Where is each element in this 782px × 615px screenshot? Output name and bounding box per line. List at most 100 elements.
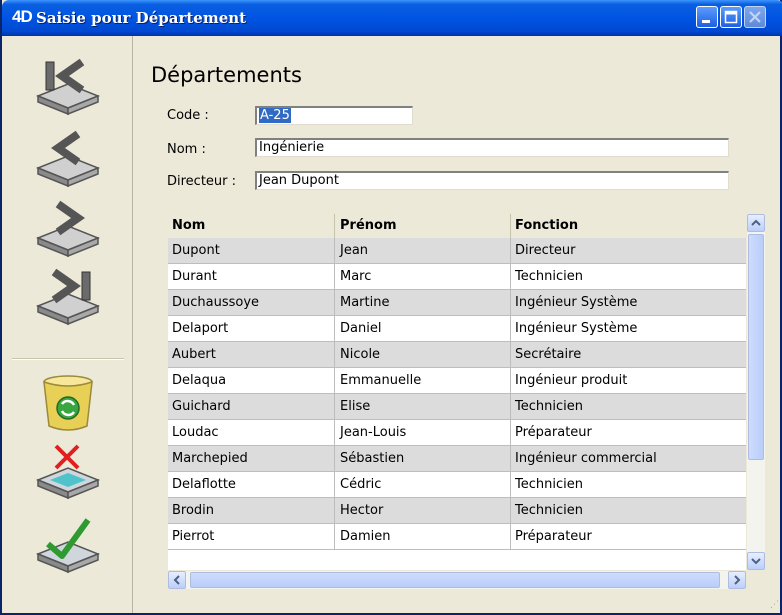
cell-divider: [334, 316, 335, 342]
cell-divider: [334, 472, 335, 498]
cell-fonction: Technicien: [515, 503, 583, 518]
cell-divider: [510, 238, 511, 264]
cell-divider: [510, 290, 511, 316]
page-title: Départements: [151, 63, 302, 87]
table-row[interactable]: Brodin Hector Technicien: [168, 498, 746, 524]
scroll-down-button[interactable]: [747, 552, 765, 570]
cancel-icon: [35, 444, 101, 500]
column-divider[interactable]: [334, 214, 335, 238]
maximize-button[interactable]: [720, 6, 742, 28]
table-header: Nom Prénom Fonction: [168, 214, 746, 238]
cell-divider: [334, 446, 335, 472]
scroll-up-button[interactable]: [747, 214, 765, 232]
cell-fonction: Technicien: [515, 269, 583, 284]
cell-divider: [334, 420, 335, 446]
previous-record-button[interactable]: [32, 126, 104, 190]
code-value: A-25: [259, 108, 291, 123]
delete-record-button[interactable]: [32, 370, 104, 434]
cell-prenom: Cédric: [340, 477, 382, 492]
validate-button[interactable]: [32, 514, 104, 578]
cell-nom: Dupont: [172, 243, 220, 258]
table-row[interactable]: Delaport Daniel Ingénieur Système: [168, 316, 746, 342]
table-row[interactable]: Marchepied Sébastien Ingénieur commercial: [168, 446, 746, 472]
cell-nom: Delaflotte: [172, 477, 236, 492]
cell-fonction: Ingénieur Système: [515, 295, 638, 310]
cell-prenom: Jean-Louis: [340, 425, 407, 440]
cell-prenom: Hector: [340, 503, 384, 518]
cell-prenom: Daniel: [340, 321, 382, 336]
table-row[interactable]: Duchaussoye Martine Ingénieur Système: [168, 290, 746, 316]
cell-divider: [510, 342, 511, 368]
cell-divider: [510, 316, 511, 342]
column-divider[interactable]: [510, 214, 511, 238]
cell-divider: [334, 342, 335, 368]
scroll-left-button[interactable]: [168, 571, 186, 589]
table-row[interactable]: Loudac Jean-Louis Préparateur: [168, 420, 746, 446]
cell-fonction: Directeur: [515, 243, 576, 258]
scroll-right-button[interactable]: [728, 571, 746, 589]
table-row[interactable]: Guichard Elise Technicien: [168, 394, 746, 420]
maximize-icon: [724, 10, 738, 24]
cell-nom: Durant: [172, 269, 217, 284]
column-header-prenom[interactable]: Prénom: [340, 218, 397, 233]
cell-divider: [510, 420, 511, 446]
table-row[interactable]: Dupont Jean Directeur: [168, 238, 746, 264]
close-button[interactable]: [744, 6, 766, 28]
code-label: Code :: [167, 108, 209, 123]
cell-prenom: Elise: [340, 399, 371, 414]
app-window: 4D Saisie pour Département Départements …: [0, 0, 782, 615]
horizontal-scrollbar[interactable]: [168, 571, 746, 589]
column-header-nom[interactable]: Nom: [172, 218, 205, 233]
chevron-right-icon: [734, 575, 741, 585]
directeur-field[interactable]: Jean Dupont: [255, 171, 729, 190]
next-record-icon: [35, 200, 101, 258]
cancel-button[interactable]: [32, 442, 104, 506]
last-record-button[interactable]: [32, 266, 104, 330]
cell-divider: [510, 446, 511, 472]
form-area: Départements Code : A-25 Nom : Ingénieri…: [133, 36, 782, 613]
title-bar[interactable]: 4D Saisie pour Département: [2, 0, 782, 36]
vertical-scroll-thumb[interactable]: [748, 234, 764, 460]
last-record-icon: [35, 268, 101, 326]
cell-nom: Guichard: [172, 399, 231, 414]
table-row[interactable]: Aubert Nicole Secrétaire: [168, 342, 746, 368]
cell-fonction: Technicien: [515, 399, 583, 414]
cell-nom: Aubert: [172, 347, 216, 362]
cell-fonction: Ingénieur Système: [515, 321, 638, 336]
cell-divider: [334, 394, 335, 420]
cell-nom: Delaqua: [172, 373, 227, 388]
delete-record-icon: [43, 375, 93, 431]
cell-prenom: Damien: [340, 529, 391, 544]
cell-nom: Marchepied: [172, 451, 248, 466]
table-row[interactable]: Pierrot Damien Préparateur: [168, 524, 746, 550]
record-toolbar: [4, 36, 133, 613]
minimize-button[interactable]: [696, 6, 718, 28]
cell-fonction: Ingénieur produit: [515, 373, 628, 388]
resize-grip-icon[interactable]: ⋰: [770, 600, 779, 610]
cell-nom: Delaport: [172, 321, 229, 336]
cell-divider: [334, 290, 335, 316]
code-field[interactable]: A-25: [255, 106, 413, 125]
cell-prenom: Emmanuelle: [340, 373, 422, 388]
cell-divider: [334, 498, 335, 524]
cell-nom: Pierrot: [172, 529, 215, 544]
cell-fonction: Technicien: [515, 477, 583, 492]
table-row[interactable]: Durant Marc Technicien: [168, 264, 746, 290]
cell-prenom: Sébastien: [340, 451, 405, 466]
cell-fonction: Préparateur: [515, 425, 592, 440]
table-row[interactable]: Delaqua Emmanuelle Ingénieur produit: [168, 368, 746, 394]
next-record-button[interactable]: [32, 196, 104, 260]
table-row[interactable]: Delaflotte Cédric Technicien: [168, 472, 746, 498]
previous-record-icon: [35, 130, 101, 188]
first-record-button[interactable]: [32, 56, 104, 120]
chevron-up-icon: [751, 219, 761, 226]
toolbar-separator: [12, 358, 124, 360]
vertical-scrollbar[interactable]: [747, 214, 765, 570]
cell-fonction: Secrétaire: [515, 347, 582, 362]
horizontal-scroll-thumb[interactable]: [190, 572, 720, 588]
nom-label: Nom :: [167, 142, 206, 157]
column-header-fonction[interactable]: Fonction: [515, 218, 578, 233]
cell-prenom: Nicole: [340, 347, 381, 362]
nom-field[interactable]: Ingénierie: [255, 138, 729, 157]
cell-divider: [334, 264, 335, 290]
